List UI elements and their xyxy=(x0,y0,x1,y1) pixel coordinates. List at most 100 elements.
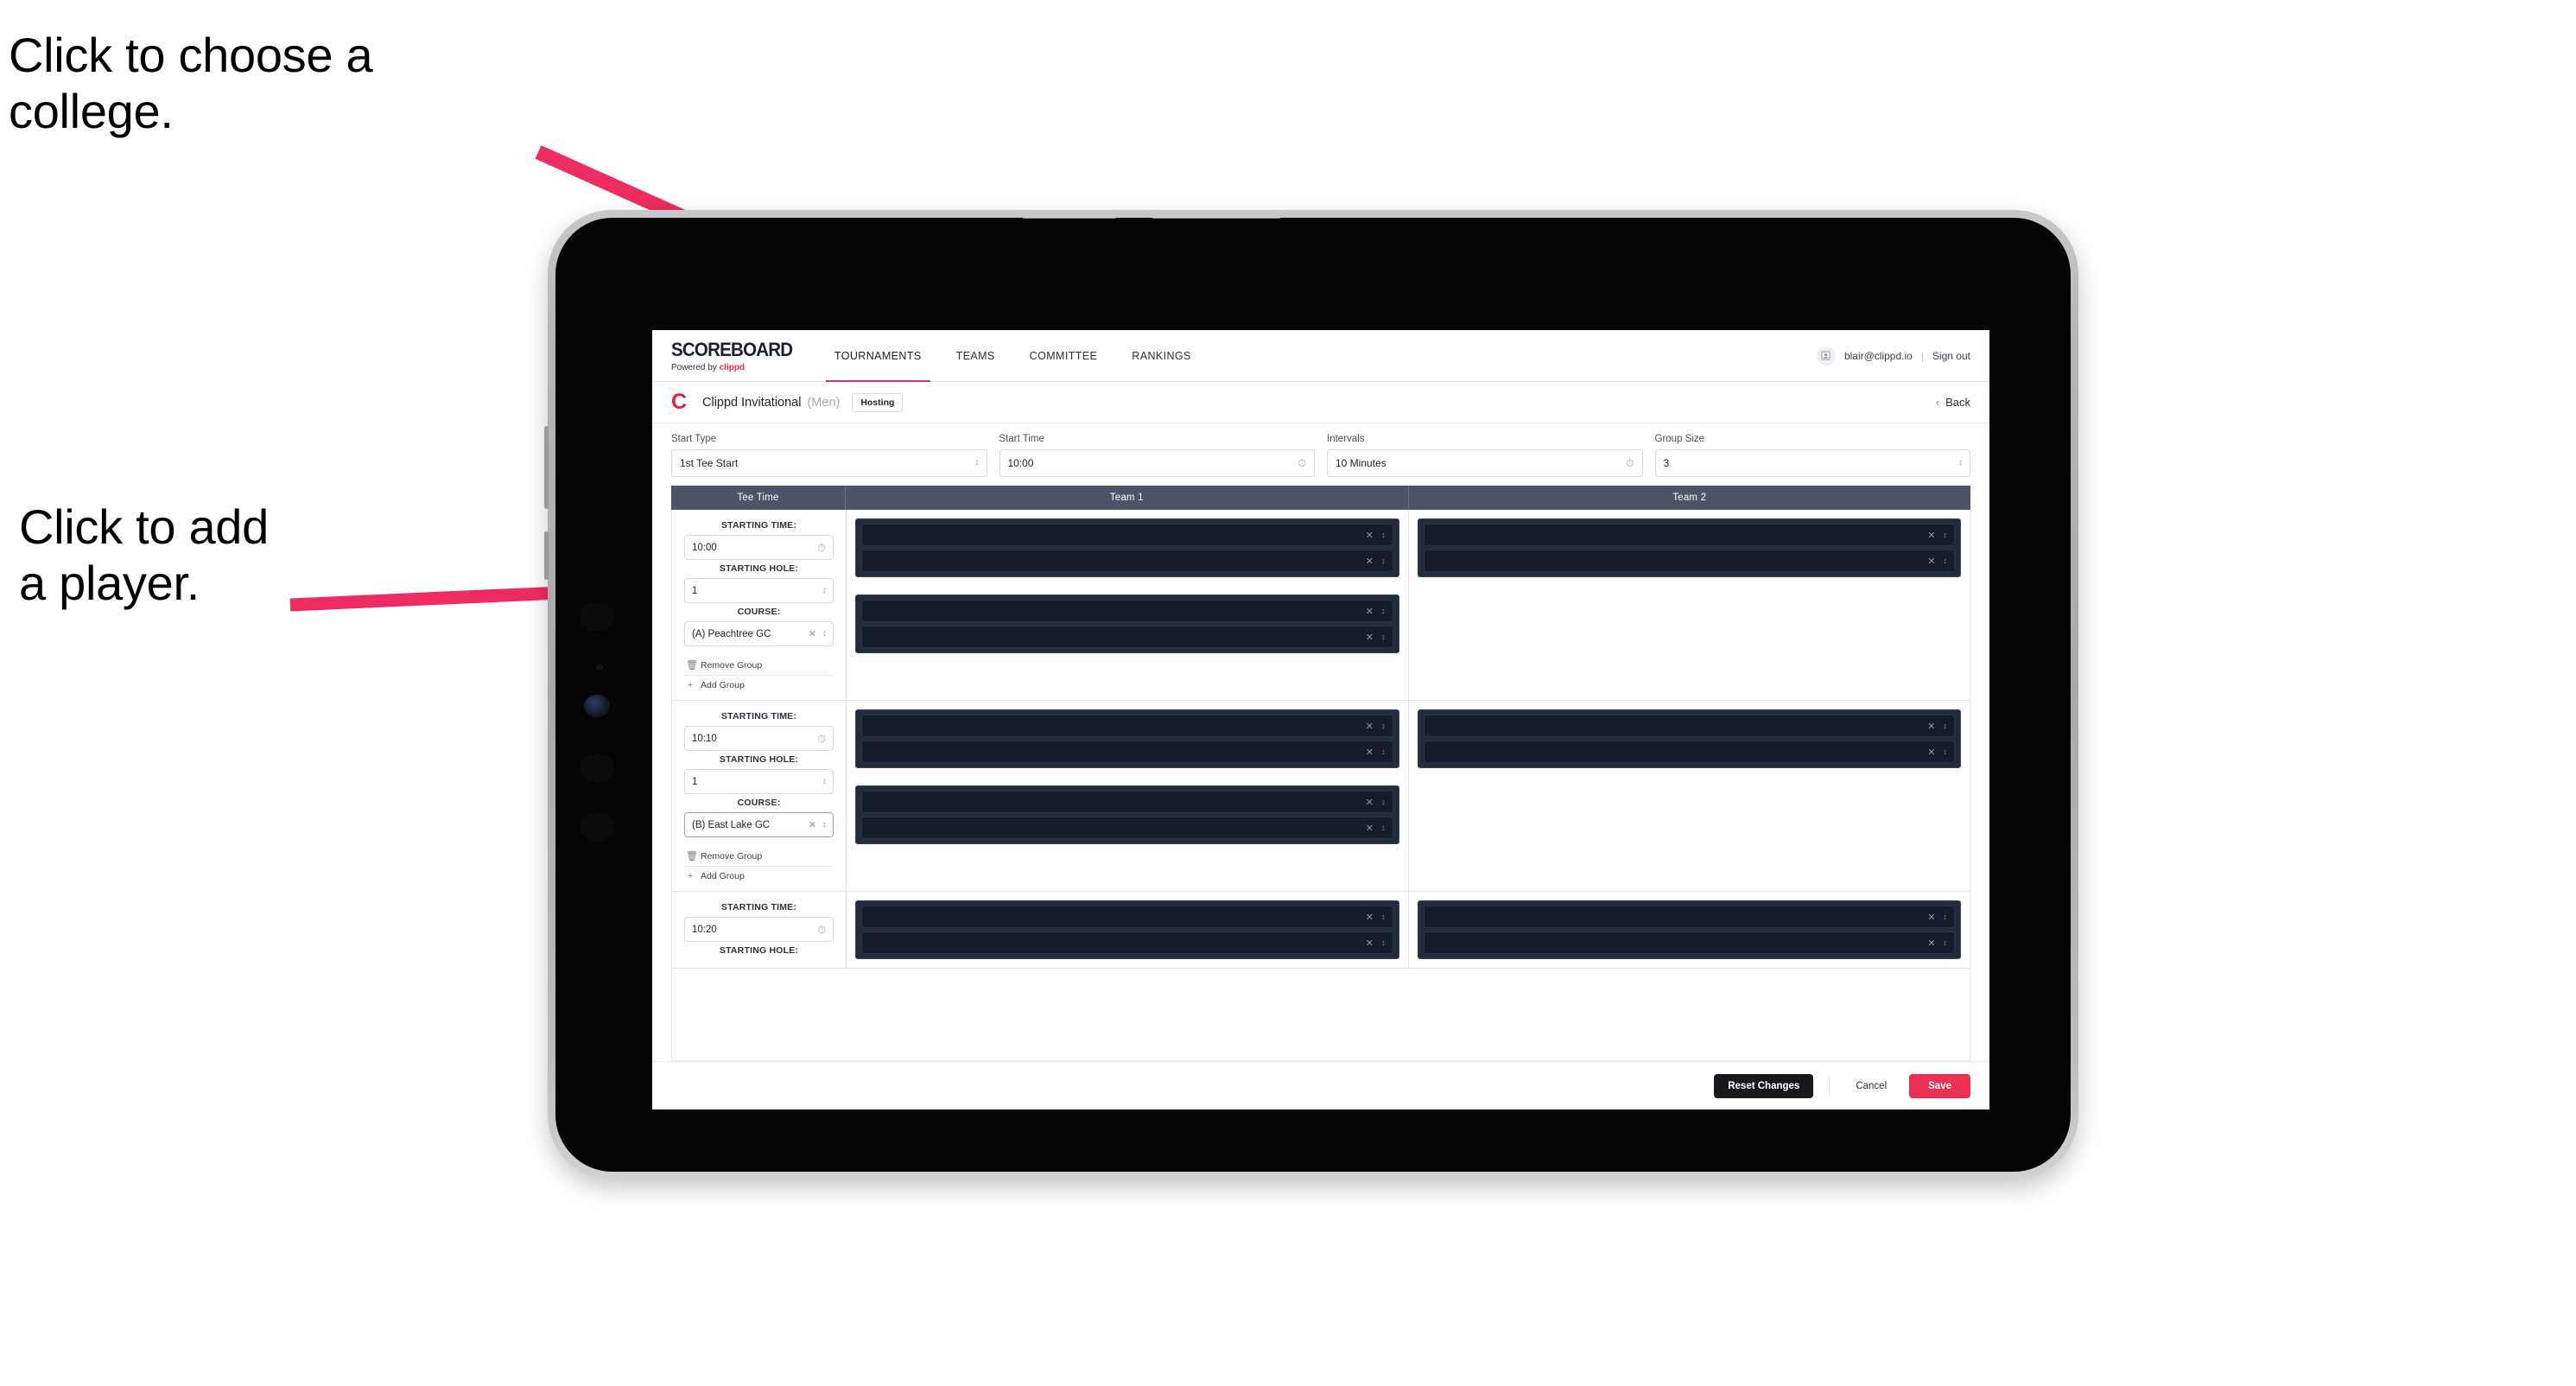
starting-time-label: STARTING TIME: xyxy=(720,902,797,912)
start-type-select[interactable]: 1st Tee Start ↕ xyxy=(671,449,987,477)
control-start-time: Start Time 10:00 ⏱ xyxy=(999,434,1315,477)
close-x-icon[interactable]: ✕ xyxy=(1927,747,1935,758)
close-x-icon[interactable]: ✕ xyxy=(1927,556,1935,567)
trash-icon: 🗑 xyxy=(686,851,698,861)
remove-group-button[interactable]: 🗑 Remove Group xyxy=(684,846,834,866)
reset-changes-button[interactable]: Reset Changes xyxy=(1714,1073,1814,1098)
stepper-icon[interactable]: ↕ xyxy=(1944,912,1947,921)
nav-tab-teams-label: TEAMS xyxy=(955,349,995,362)
stepper-icon[interactable]: ↕ xyxy=(1944,556,1947,565)
stepper-icon[interactable]: ↕ xyxy=(1381,556,1385,565)
stepper-icon[interactable]: ↕ xyxy=(1381,823,1385,832)
close-x-icon[interactable]: ✕ xyxy=(1366,556,1374,567)
stepper-icon[interactable]: ↕ xyxy=(822,777,827,786)
close-x-icon[interactable]: ✕ xyxy=(1366,721,1374,732)
player-slot[interactable]: ✕ ↕ xyxy=(861,600,1393,622)
stepper-icon[interactable]: ↕ xyxy=(1381,747,1385,756)
course-select[interactable]: (B) East Lake GC ✕ ↕ xyxy=(684,812,834,837)
event-name: Clippd Invitational xyxy=(702,395,802,410)
stepper-icon[interactable]: ↕ xyxy=(1944,531,1947,539)
user-email: blair@clippd.io xyxy=(1843,349,1913,362)
user-avatar-icon[interactable] xyxy=(1816,346,1836,366)
starting-time-label: STARTING TIME: xyxy=(720,711,797,722)
player-slot[interactable]: ✕ ↕ xyxy=(861,741,1393,763)
clock-icon[interactable]: ⏱ xyxy=(818,925,826,935)
player-slot[interactable]: ✕ ↕ xyxy=(1423,524,1955,546)
brand-logo[interactable]: SCOREBOARD Powered by clippd xyxy=(652,330,817,381)
clock-icon[interactable]: ⏱ xyxy=(818,734,826,744)
clock-icon[interactable]: ⏱ xyxy=(1626,458,1634,468)
close-x-icon[interactable]: ✕ xyxy=(1366,606,1374,617)
close-x-icon[interactable]: ✕ xyxy=(1366,747,1374,758)
stepper-icon[interactable]: ↕ xyxy=(1944,747,1947,756)
intervals-input[interactable]: 10 Minutes ⏱ xyxy=(1327,449,1643,477)
starting-time-input[interactable]: 10:10 ⏱ xyxy=(684,726,834,751)
remove-group-button[interactable]: 🗑 Remove Group xyxy=(684,655,834,675)
starting-time-input[interactable]: 10:00 ⏱ xyxy=(684,535,834,560)
stepper-icon[interactable]: ↕ xyxy=(1381,912,1385,921)
stepper-icon[interactable]: ↕ xyxy=(822,629,827,639)
control-start-type: Start Type 1st Tee Start ↕ xyxy=(671,434,987,477)
stepper-icon[interactable]: ↕ xyxy=(822,820,827,830)
stepper-icon[interactable]: ↕ xyxy=(975,459,980,467)
tee-time-cell: STARTING TIME: 10:00 ⏱ STARTING HOLE: 1 … xyxy=(672,510,847,700)
player-slot[interactable]: ✕ ↕ xyxy=(861,626,1393,648)
player-slot[interactable]: ✕ ↕ xyxy=(1423,906,1955,928)
stepper-icon[interactable]: ↕ xyxy=(1381,531,1385,539)
stepper-icon[interactable]: ↕ xyxy=(1381,607,1385,615)
close-x-icon[interactable]: ✕ xyxy=(1366,823,1374,834)
nav-tab-tournaments[interactable]: TOURNAMENTS xyxy=(817,330,939,382)
player-slot[interactable]: ✕ ↕ xyxy=(1423,741,1955,763)
player-slot[interactable]: ✕ ↕ xyxy=(861,791,1393,813)
player-slot[interactable]: ✕ ↕ xyxy=(1423,931,1955,954)
player-slot[interactable]: ✕ ↕ xyxy=(861,817,1393,839)
stepper-icon[interactable]: ↕ xyxy=(1381,722,1385,730)
close-x-icon[interactable]: ✕ xyxy=(1927,721,1935,732)
close-x-icon[interactable]: ✕ xyxy=(1927,530,1935,541)
group-size-stepper[interactable]: 3 ↕ xyxy=(1654,449,1970,477)
stepper-icon[interactable]: ↕ xyxy=(822,586,827,595)
add-group-label: Add Group xyxy=(701,680,745,690)
cancel-button[interactable]: Cancel xyxy=(1845,1074,1897,1098)
course-value: (B) East Lake GC xyxy=(692,819,771,830)
close-x-icon[interactable]: ✕ xyxy=(1927,912,1935,923)
starting-hole-stepper[interactable]: 1 ↕ xyxy=(684,578,834,603)
stepper-icon[interactable]: ↕ xyxy=(1958,459,1963,467)
nav-tab-committee[interactable]: COMMITTEE xyxy=(1012,330,1115,381)
stepper-icon[interactable]: ↕ xyxy=(1381,633,1385,641)
save-button[interactable]: Save xyxy=(1909,1073,1970,1098)
close-x-icon[interactable]: ✕ xyxy=(809,628,816,639)
stepper-icon[interactable]: ↕ xyxy=(1381,798,1385,806)
stepper-icon[interactable]: ↕ xyxy=(1944,722,1947,730)
player-slot[interactable]: ✕ ↕ xyxy=(861,715,1393,737)
close-x-icon[interactable]: ✕ xyxy=(1366,938,1374,949)
close-x-icon[interactable]: ✕ xyxy=(809,819,816,830)
player-slot[interactable]: ✕ ↕ xyxy=(861,906,1393,928)
tablet-antenna-band-right xyxy=(1152,218,1281,219)
starting-time-input[interactable]: 10:20 ⏱ xyxy=(684,917,834,942)
add-group-button[interactable]: + Add Group xyxy=(684,866,834,886)
sign-out-link[interactable]: Sign out xyxy=(1932,350,1970,362)
tablet-volume-button xyxy=(544,426,549,509)
nav-tab-rankings[interactable]: RANKINGS xyxy=(1114,330,1209,381)
close-x-icon[interactable]: ✕ xyxy=(1366,797,1374,808)
player-slot[interactable]: ✕ ↕ xyxy=(861,550,1393,572)
close-x-icon[interactable]: ✕ xyxy=(1927,938,1935,949)
stepper-icon[interactable]: ↕ xyxy=(1944,938,1947,947)
player-slot[interactable]: ✕ ↕ xyxy=(1423,550,1955,572)
close-x-icon[interactable]: ✕ xyxy=(1366,530,1374,541)
back-button[interactable]: ‹ Back xyxy=(1936,396,1970,409)
add-group-button[interactable]: + Add Group xyxy=(684,675,834,695)
course-select[interactable]: (A) Peachtree GC ✕ ↕ xyxy=(684,621,834,646)
clock-icon[interactable]: ⏱ xyxy=(818,543,826,553)
close-x-icon[interactable]: ✕ xyxy=(1366,912,1374,923)
start-time-input[interactable]: 10:00 ⏱ xyxy=(999,449,1315,477)
stepper-icon[interactable]: ↕ xyxy=(1381,938,1385,947)
player-slot[interactable]: ✕ ↕ xyxy=(1423,715,1955,737)
close-x-icon[interactable]: ✕ xyxy=(1366,632,1374,643)
player-slot[interactable]: ✕ ↕ xyxy=(861,524,1393,546)
player-slot[interactable]: ✕ ↕ xyxy=(861,931,1393,954)
starting-hole-stepper[interactable]: 1 ↕ xyxy=(684,769,834,794)
clock-icon[interactable]: ⏱ xyxy=(1298,458,1306,468)
nav-tab-teams[interactable]: TEAMS xyxy=(939,330,1012,381)
